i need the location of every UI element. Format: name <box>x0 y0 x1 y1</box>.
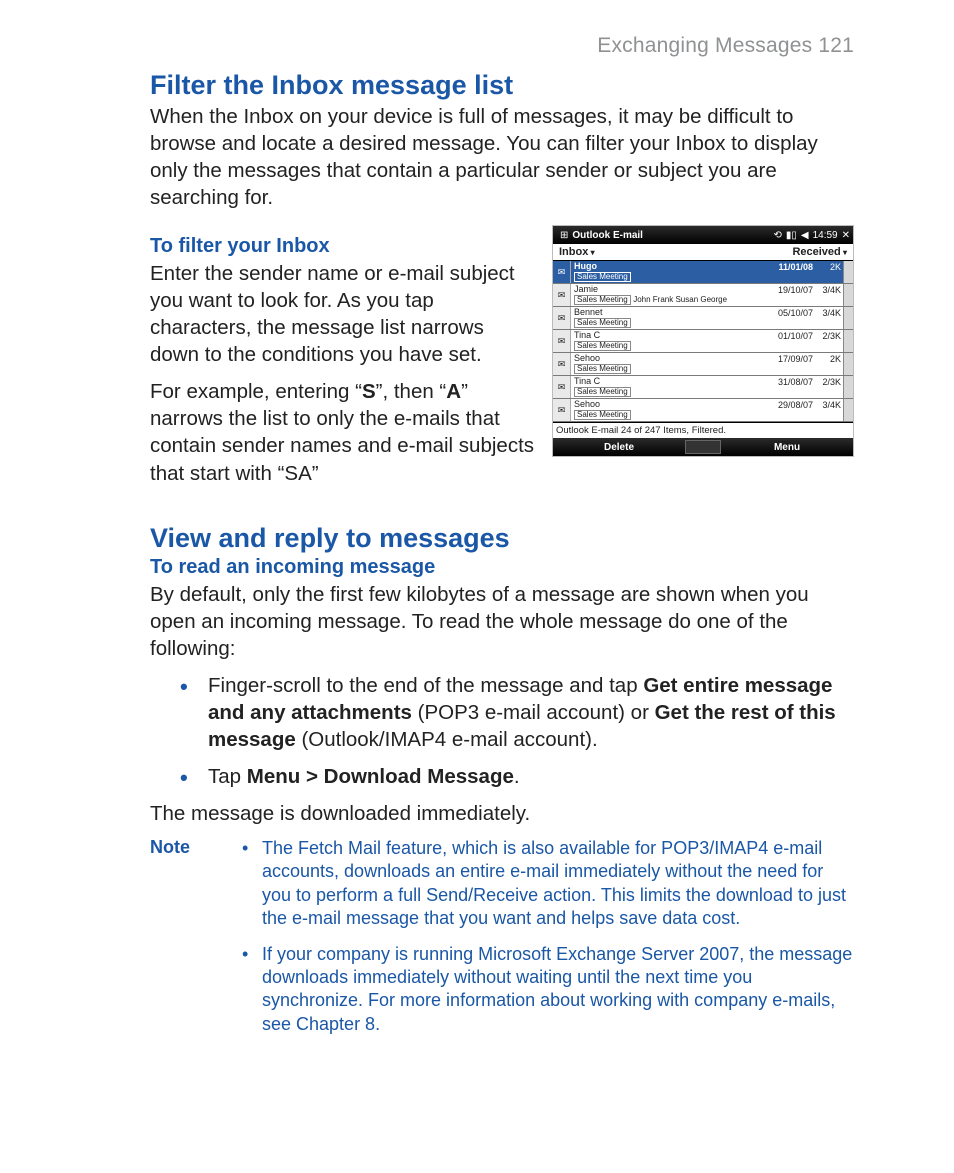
section-title-view: View and reply to messages <box>150 523 854 554</box>
mail-icon: ✉ <box>553 353 571 375</box>
sync-icon: ⟲ <box>773 230 781 241</box>
text: Tap <box>208 765 247 788</box>
mail-icon: ✉ <box>553 261 571 283</box>
filter-paragraph-2: For example, entering “S”, then “A” narr… <box>150 378 534 486</box>
message-row[interactable]: ✉BennetSales Meeting05/10/073/4K <box>553 307 853 330</box>
subheading-filter: To filter your Inbox <box>150 235 534 258</box>
scrollbar[interactable] <box>843 399 853 421</box>
win-icon: ⊞ <box>560 230 568 241</box>
bullet-item-1: Finger-scroll to the end of the message … <box>150 672 854 753</box>
filter-paragraph-1: Enter the sender name or e-mail subject … <box>150 260 534 368</box>
section-title-filter: Filter the Inbox message list <box>150 70 854 101</box>
mail-icon: ✉ <box>553 399 571 421</box>
page: Exchanging Messages 121 Filter the Inbox… <box>0 0 954 1173</box>
after-paragraph: The message is downloaded immediately. <box>150 800 854 827</box>
mail-icon: ✉ <box>553 376 571 398</box>
mail-icon: ✉ <box>553 307 571 329</box>
message-row[interactable]: ✉JamieSales Meeting John Frank Susan Geo… <box>553 284 853 307</box>
scrollbar[interactable] <box>843 330 853 352</box>
note-item-2: If your company is running Microsoft Exc… <box>236 943 854 1037</box>
message-row[interactable]: ✉Tina CSales Meeting31/08/072/3K <box>553 376 853 399</box>
keyboard-icon[interactable] <box>685 440 721 454</box>
message-list: ✉HugoSales Meeting11/01/082K✉JamieSales … <box>553 261 853 422</box>
text: For example, entering “ <box>150 380 362 403</box>
text: (Outlook/IMAP4 e-mail account). <box>296 728 598 751</box>
text: (POP3 e-mail account) or <box>412 701 655 724</box>
sort-dropdown[interactable]: Received <box>792 246 847 258</box>
message-row[interactable]: ✉HugoSales Meeting11/01/082K <box>553 261 853 284</box>
bullet-item-2: Tap Menu > Download Message. <box>150 763 854 790</box>
message-row[interactable]: ✉Tina CSales Meeting01/10/072/3K <box>553 330 853 353</box>
note-label: Note <box>150 837 230 1048</box>
screenshot-titlebar: ⊞ Outlook E-mail ⟲ ▮▯ ◀ 14:59 ✕ <box>553 226 853 244</box>
scrollbar[interactable] <box>843 261 853 283</box>
text: ”, then “ <box>376 380 447 403</box>
mail-icon: ✉ <box>553 284 571 306</box>
intro-paragraph: When the Inbox on your device is full of… <box>150 103 854 211</box>
bullet-list: Finger-scroll to the end of the message … <box>150 672 854 790</box>
note-block: Note The Fetch Mail feature, which is al… <box>150 837 854 1048</box>
scrollbar[interactable] <box>843 353 853 375</box>
message-row[interactable]: ✉SehooSales Meeting17/09/072K <box>553 353 853 376</box>
view-intro: By default, only the first few kilobytes… <box>150 581 854 662</box>
two-column-block: To filter your Inbox Enter the sender na… <box>150 221 854 496</box>
clock: 14:59 <box>813 230 838 241</box>
scrollbar[interactable] <box>843 376 853 398</box>
bold-a: A <box>446 380 461 403</box>
softkey-bar: Delete Menu <box>553 438 853 456</box>
bold: Menu > Download Message <box>247 765 514 788</box>
softkey-delete[interactable]: Delete <box>553 442 685 453</box>
mail-icon: ✉ <box>553 330 571 352</box>
left-column: To filter your Inbox Enter the sender na… <box>150 221 534 496</box>
device-screenshot: ⊞ Outlook E-mail ⟲ ▮▯ ◀ 14:59 ✕ Inbox Re… <box>552 225 854 457</box>
text: Finger-scroll to the end of the message … <box>208 674 643 697</box>
scrollbar[interactable] <box>843 307 853 329</box>
message-row[interactable]: ✉SehooSales Meeting29/08/073/4K <box>553 399 853 422</box>
folder-dropdown[interactable]: Inbox <box>559 246 595 258</box>
bold-s: S <box>362 380 376 403</box>
screenshot-subbar: Inbox Received <box>553 244 853 261</box>
screenshot-title: Outlook E-mail <box>572 230 643 241</box>
subheading-read: To read an incoming message <box>150 556 854 579</box>
status-bar: Outlook E-mail 24 of 247 Items, Filtered… <box>553 422 853 438</box>
note-list: The Fetch Mail feature, which is also av… <box>236 837 854 1048</box>
note-item-1: The Fetch Mail feature, which is also av… <box>236 837 854 931</box>
text: . <box>514 765 520 788</box>
signal-icon: ▮▯ <box>786 230 797 241</box>
scrollbar[interactable] <box>843 284 853 306</box>
close-icon: ✕ <box>842 230 850 241</box>
volume-icon: ◀ <box>801 230 809 241</box>
running-header: Exchanging Messages 121 <box>150 34 854 58</box>
softkey-menu[interactable]: Menu <box>721 442 853 453</box>
